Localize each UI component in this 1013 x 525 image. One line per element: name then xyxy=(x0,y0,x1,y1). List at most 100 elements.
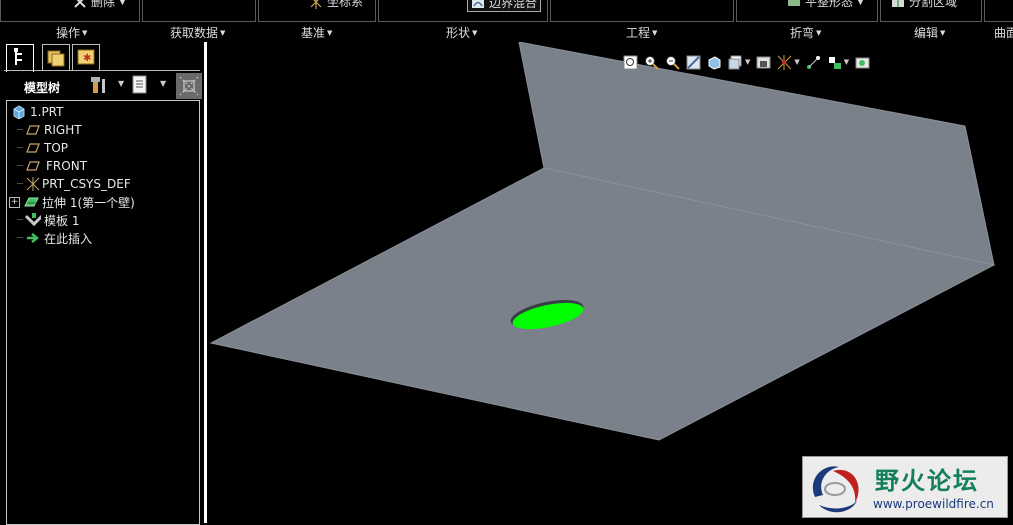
chevron-down-icon[interactable]: ▼ xyxy=(118,79,124,88)
tree-item-insert-here[interactable]: ┈ 在此插入 xyxy=(17,229,92,247)
group-label-text: 基准 xyxy=(301,26,326,40)
chevron-down-icon[interactable]: ▼ xyxy=(745,58,750,66)
chevron-down-icon: ▼ xyxy=(652,29,658,37)
chevron-down-icon[interactable]: ▼ xyxy=(160,79,166,88)
zoom-out-icon[interactable] xyxy=(665,55,680,70)
split-area-button[interactable]: 分割区域 xyxy=(891,0,957,10)
ribbon-toolbar: ▼ 删除 ▼ 坐标系 边界混合 ▼ ▼ ▼ 平整形态 ▼ 分割区域 xyxy=(0,0,1013,42)
ribbon-group-engineering: ▼ ▼ xyxy=(550,0,734,22)
chevron-down-icon: ▼ xyxy=(327,29,333,37)
orient-icon[interactable] xyxy=(827,55,842,70)
tree-connector: ┈ xyxy=(17,160,24,172)
split-area-icon xyxy=(892,0,904,7)
forum-logo xyxy=(812,466,859,513)
tree-connector: ┈ xyxy=(17,178,24,190)
chevron-down-icon[interactable]: ▼ xyxy=(794,58,799,66)
group-label-text: 形状 xyxy=(446,26,471,40)
spin-center-icon[interactable] xyxy=(707,55,722,70)
coord-sys-label: 坐标系 xyxy=(327,0,364,9)
delete-button[interactable]: 删除 ▼ xyxy=(73,0,126,10)
refit-icon[interactable] xyxy=(623,55,638,70)
appearance-icon[interactable] xyxy=(855,55,870,70)
folder-icon xyxy=(47,50,65,67)
chevron-down-icon: ▼ xyxy=(940,29,946,37)
display-style-icon[interactable] xyxy=(728,55,743,70)
delete-icon xyxy=(74,0,86,8)
expand-toggle-icon[interactable]: + xyxy=(9,196,20,208)
blend-button[interactable]: 边界混合 xyxy=(467,0,542,12)
tree-item-label: 在此插入 xyxy=(44,231,93,246)
tree-item-form[interactable]: ┈ 模板 1 xyxy=(17,211,79,229)
tree-item-csys[interactable]: ┈ PRT_CSYS_DEF xyxy=(17,175,131,193)
group-label-engineering[interactable]: 工程 ▼ xyxy=(626,24,657,41)
ribbon-group-surface xyxy=(984,0,1013,22)
group-label-text: 获取数据 xyxy=(170,26,219,40)
chevron-down-icon: ▼ xyxy=(82,29,88,37)
group-label-bend[interactable]: 折弯 ▼ xyxy=(790,24,821,41)
coord-sys-button[interactable]: 坐标系 xyxy=(309,0,363,10)
filter-button[interactable] xyxy=(176,73,202,99)
show-button[interactable] xyxy=(132,75,148,99)
tab-favorites[interactable]: ✱ xyxy=(72,44,100,70)
chevron-down-icon[interactable]: ▼ xyxy=(613,0,620,2)
graphics-viewport[interactable]: ▼ ▼ ▼ xyxy=(207,42,1013,523)
list-document-icon xyxy=(132,75,147,94)
chevron-down-icon: ▼ xyxy=(472,29,478,37)
group-label-text: 曲面 xyxy=(994,26,1013,40)
datum-plane-icon xyxy=(25,141,41,155)
chevron-down-icon[interactable]: ▼ xyxy=(39,0,46,2)
tree-item-extrude[interactable]: + 拉伸 1(第一个壁) xyxy=(9,193,135,211)
csys-icon xyxy=(25,177,41,191)
group-label-get-data[interactable]: 获取数据 ▼ xyxy=(170,24,225,41)
flat-state-icon xyxy=(788,0,800,6)
tree-item-label: RIGHT xyxy=(44,123,82,137)
ribbon-group-shape: 边界混合 xyxy=(378,0,548,22)
chevron-down-icon: ▼ xyxy=(857,0,864,7)
tree-connector: ┈ xyxy=(17,142,24,154)
group-label-text: 工程 xyxy=(626,26,651,40)
tree-item-label: 1.PRT xyxy=(30,105,64,119)
chevron-down-icon: ▼ xyxy=(220,29,226,37)
group-label-surface[interactable]: 曲面 xyxy=(994,24,1013,41)
chevron-down-icon[interactable]: ▼ xyxy=(585,0,592,2)
settings-button[interactable] xyxy=(90,75,108,99)
flat-state-button[interactable]: 平整形态 ▼ xyxy=(787,0,864,10)
tree-item-part[interactable]: 1.PRT xyxy=(11,103,63,121)
svg-text:✱: ✱ xyxy=(83,53,91,64)
ribbon-group-operations: ▼ 删除 ▼ xyxy=(0,0,140,22)
group-label-operations[interactable]: 操作 ▼ xyxy=(56,24,87,41)
model-canvas[interactable] xyxy=(207,42,1013,523)
insert-here-arrow-icon xyxy=(25,231,41,245)
repaint-icon[interactable] xyxy=(686,55,701,70)
chevron-down-icon: ▼ xyxy=(816,29,822,37)
chevron-down-icon[interactable]: ▼ xyxy=(759,0,766,2)
tree-item-top[interactable]: ┈ TOP xyxy=(17,139,68,157)
saved-views-icon[interactable] xyxy=(756,55,771,70)
tree-item-front[interactable]: ┈ FRONT xyxy=(17,157,87,175)
group-label-datum[interactable]: 基准 ▼ xyxy=(301,24,332,41)
favorites-icon: ✱ xyxy=(77,49,95,65)
csys-icon xyxy=(310,0,322,9)
chevron-down-icon[interactable]: ▼ xyxy=(844,58,849,66)
group-label-shape[interactable]: 形状 ▼ xyxy=(446,24,477,41)
view-toolbar: ▼ ▼ ▼ xyxy=(623,52,870,72)
ribbon-group-edit: 分割区域 xyxy=(880,0,982,22)
tree-item-label: 拉伸 1(第一个壁) xyxy=(42,195,135,210)
split-area-label: 分割区域 xyxy=(909,0,958,9)
forum-watermark: 野火论坛 www.proewildfire.cn xyxy=(802,456,1008,518)
datum-display-icon[interactable] xyxy=(777,54,792,70)
tree-item-right[interactable]: ┈ RIGHT xyxy=(17,121,82,139)
part-icon xyxy=(11,105,27,119)
tree-connector: ┈ xyxy=(17,214,24,226)
ribbon-group-bend: ▼ 平整形态 ▼ xyxy=(736,0,878,22)
group-label-edit[interactable]: 编辑 ▼ xyxy=(914,24,945,41)
zoom-in-icon[interactable] xyxy=(644,55,659,70)
hammer-settings-icon xyxy=(91,77,105,93)
tree-connector: ┈ xyxy=(17,124,24,136)
annotation-display-icon[interactable] xyxy=(806,55,821,70)
tab-folder-browser[interactable] xyxy=(42,44,70,70)
model-tree-title: 模型树 xyxy=(24,81,61,95)
tab-model-tree[interactable] xyxy=(6,44,34,72)
navigator-panel: ✱ 模型树 ▼ ▼ 1.PRT ┈ RIGHT ┈ TOP ┈ FRONT ┈ … xyxy=(0,42,206,525)
boundary-blend-icon xyxy=(472,0,484,8)
